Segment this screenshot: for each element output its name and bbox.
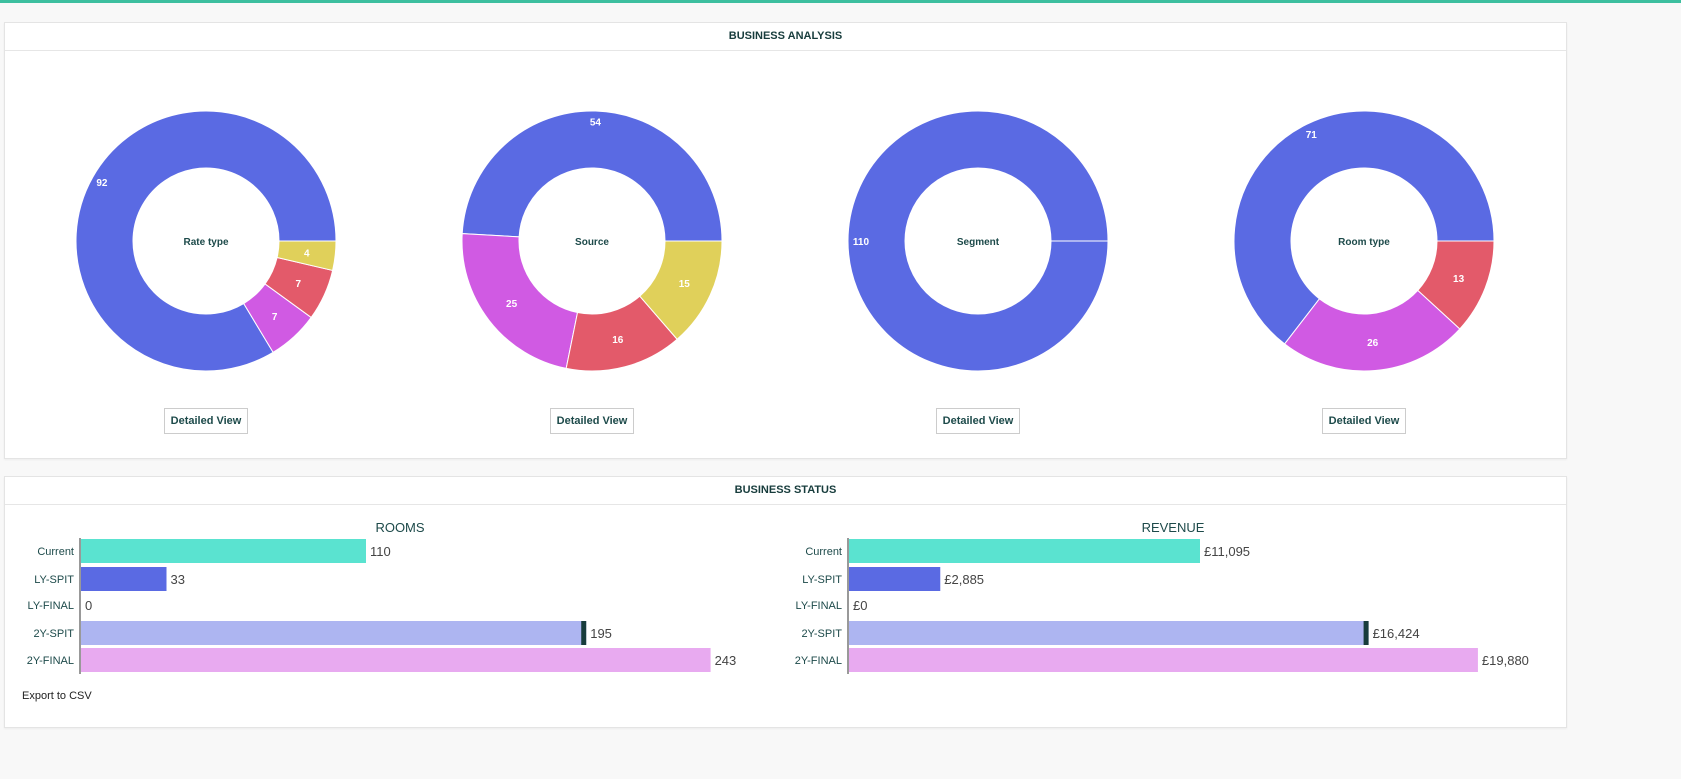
bar-value-label: 195 xyxy=(590,626,612,641)
category-label: LY-SPIT xyxy=(34,574,74,586)
bar[interactable] xyxy=(849,539,1200,563)
chart-title: REVENUE xyxy=(1142,520,1205,535)
bar[interactable] xyxy=(81,621,587,645)
category-label: Current xyxy=(805,546,842,558)
category-label: 2Y-FINAL xyxy=(27,655,74,667)
category-label: LY-FINAL xyxy=(28,600,74,612)
bar-marker xyxy=(1363,621,1369,645)
bar-value-label: 110 xyxy=(370,544,391,559)
category-label: LY-SPIT xyxy=(802,574,842,586)
bar-value-label: £2,885 xyxy=(944,572,984,587)
category-label: 2Y-SPIT xyxy=(33,628,74,640)
bar-value-label: £11,095 xyxy=(1204,544,1250,559)
export-csv-link[interactable]: Export to CSV xyxy=(22,690,92,702)
category-label: 2Y-FINAL xyxy=(795,655,842,667)
business-status-bar-charts: ROOMS Current 110 LY-SPIT 33 LY-FINAL 0 2Y-SPIT… xyxy=(27,520,1529,674)
category-label: LY-FINAL xyxy=(796,600,842,612)
bar-chart-revenue: REVENUE Current £11,095 LY-SPIT £2,885 LY-FIN… xyxy=(795,520,1529,674)
bar-value-label: £0 xyxy=(853,598,867,613)
chart-title: ROOMS xyxy=(375,520,424,535)
bar[interactable] xyxy=(81,567,167,591)
bar-value-label: 33 xyxy=(171,572,185,587)
bar-value-label: 243 xyxy=(715,653,737,668)
bar-value-label: 0 xyxy=(85,598,92,613)
bar[interactable] xyxy=(849,648,1478,672)
bar[interactable] xyxy=(849,621,1369,645)
category-label: 2Y-SPIT xyxy=(801,628,842,640)
bar[interactable] xyxy=(81,539,366,563)
bar-marker xyxy=(581,621,587,645)
bar-value-label: £16,424 xyxy=(1373,626,1420,641)
bar-chart-rooms: ROOMS Current 110 LY-SPIT 33 LY-FINAL 0 2Y-SPIT… xyxy=(27,520,737,674)
bar[interactable] xyxy=(81,648,711,672)
bar-value-label: £19,880 xyxy=(1482,653,1529,668)
category-label: Current xyxy=(37,546,74,558)
bar[interactable] xyxy=(849,567,941,591)
